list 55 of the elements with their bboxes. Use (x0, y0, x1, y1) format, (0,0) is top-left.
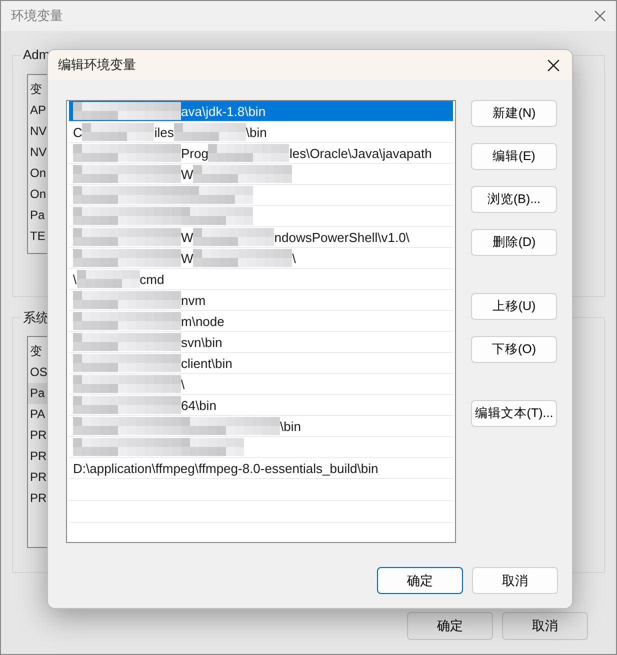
path-item[interactable]: ava\jdk-1.8\bin (69, 101, 453, 122)
path-text: \ (73, 272, 77, 286)
path-text: nvm (181, 292, 206, 308)
path-text: iles (154, 124, 174, 140)
path-text: client\bin (181, 356, 232, 370)
path-text: Prog (181, 146, 208, 160)
path-item[interactable]: \ cmd (69, 269, 453, 290)
path-text: svn\bin (181, 334, 222, 350)
path-item[interactable]: 64\bin (69, 395, 453, 416)
action-button[interactable]: 浏览(B)... (471, 186, 557, 213)
cancel-button[interactable]: 取消 (472, 567, 558, 594)
path-text: ava\jdk-1.8\bin (181, 104, 266, 118)
path-item[interactable]: client\bin (69, 353, 453, 374)
path-text: \ (181, 376, 185, 392)
path-text: \ (292, 250, 296, 266)
path-item[interactable]: \ (69, 374, 453, 395)
path-item[interactable] (69, 185, 453, 206)
path-text: cmd (140, 272, 164, 286)
path-text: \bin (246, 124, 267, 140)
path-text: W (181, 166, 194, 182)
path-item[interactable]: W (69, 164, 453, 185)
ok-button[interactable]: 确定 (377, 567, 463, 594)
path-text: les\Oracle\Java\javapath (289, 146, 432, 160)
path-item[interactable]: nvm (69, 290, 453, 311)
path-text: ndowsPowerShell\v1.0\ (274, 230, 410, 244)
window-title: 环境变量 (11, 7, 63, 25)
action-button[interactable]: 编辑文本(T)... (471, 400, 557, 427)
path-item[interactable]: m\node (69, 311, 453, 332)
path-item[interactable]: C iles \bin (69, 122, 453, 143)
action-button[interactable]: 新建(N) (471, 100, 557, 127)
close-icon[interactable] (547, 58, 560, 72)
path-item[interactable]: W \ (69, 248, 453, 269)
path-text: D:\application\ffmpeg\ffmpeg-8.0-essentials_build\bin (73, 460, 378, 476)
path-item[interactable]: W ndowsPowerShell\v1.0\ (69, 227, 453, 248)
path-text: W (181, 230, 194, 244)
cancel-button[interactable]: 取消 (502, 612, 588, 640)
path-item[interactable]: svn\bin (69, 332, 453, 353)
action-button[interactable]: 删除(D) (471, 229, 557, 256)
path-text: C (73, 124, 82, 140)
path-text: W (181, 250, 194, 266)
action-button[interactable]: 下移(O) (471, 336, 557, 363)
path-text: 64\bin (181, 398, 216, 412)
action-button[interactable]: 编辑(E) (471, 143, 557, 170)
path-item[interactable]: \bin (69, 416, 453, 437)
redaction-mosaic (76, 270, 140, 288)
ok-button[interactable]: 确定 (407, 612, 493, 640)
column-header: 变 (29, 343, 43, 360)
path-item[interactable] (69, 206, 453, 227)
path-text: m\node (181, 314, 224, 328)
path-text: \bin (280, 418, 301, 434)
column-header: 变 (29, 81, 43, 98)
dialog-title: 编辑环境变量 (58, 56, 136, 74)
action-button[interactable]: 上移(U) (471, 293, 557, 320)
path-item[interactable] (69, 437, 453, 458)
path-item[interactable]: Prog les\Oracle\Java\javapath (69, 143, 453, 164)
